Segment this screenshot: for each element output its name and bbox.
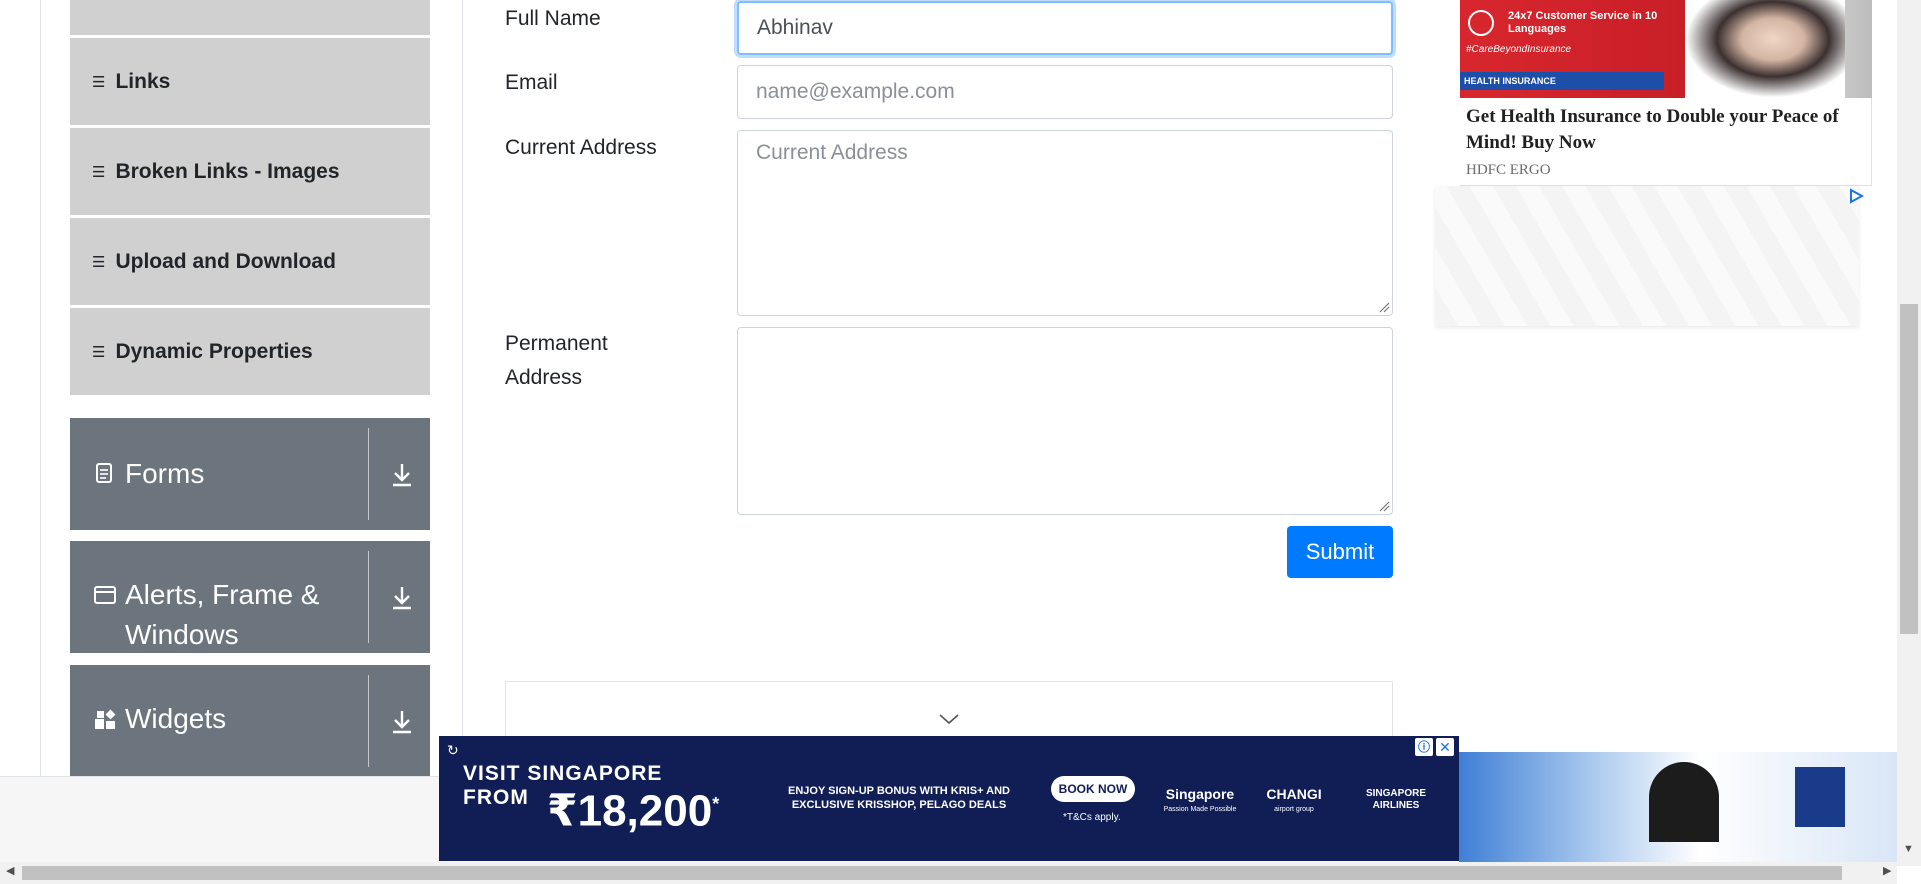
hdfc-logo-icon: [1468, 10, 1494, 36]
info-icon[interactable]: ⓘ: [1415, 738, 1433, 756]
sidebar-item-buttons[interactable]: [70, 0, 430, 36]
sidebar-group-widgets[interactable]: Widgets: [70, 665, 430, 777]
ad-line-2: FROM: [463, 786, 529, 809]
html-file-icon: ☰: [92, 163, 106, 181]
ad-headline[interactable]: Get Health Insurance to Double your Peac…: [1466, 104, 1866, 156]
html-file-icon: ☰: [92, 343, 106, 361]
ad-hashtag: #CareBeyondInsurance: [1466, 44, 1572, 55]
singapore-banner-ad[interactable]: ↻ VISIT SINGAPORE FROM ₹18,200* ENJOY SI…: [439, 736, 1459, 861]
changi-logo: CHANGI airport group: [1266, 786, 1322, 813]
window-icon: [94, 585, 116, 605]
book-now-button[interactable]: BOOK NOW: [1051, 776, 1135, 802]
ad-text-box[interactable]: Get Health Insurance to Double your Peac…: [1460, 98, 1872, 186]
singapore-logo: Singapore Passion Made Possible: [1163, 786, 1237, 813]
full-name-label: Full Name: [505, 7, 601, 30]
email-label: Email: [505, 71, 558, 94]
ad-image[interactable]: 24x7 Customer Service in 10 Languages #C…: [1460, 0, 1872, 98]
html-file-icon: ☰: [92, 73, 106, 91]
sidebar-item-label: Dynamic Properties: [115, 339, 313, 363]
vertical-scrollbar-thumb[interactable]: [1900, 304, 1918, 634]
sidebar-left-border: [40, 0, 41, 776]
ad-service-text: 24x7 Customer Service in 10 Languages: [1508, 10, 1658, 35]
sidebar-item-label: Broken Links - Images: [115, 159, 340, 183]
divider: [368, 551, 369, 643]
document-icon: [94, 462, 114, 483]
side-banner-ad[interactable]: [1459, 752, 1897, 862]
resize-grip-icon[interactable]: [1378, 500, 1390, 512]
resize-grip-icon[interactable]: [1378, 301, 1390, 313]
sidebar-item-broken-links[interactable]: ☰ Broken Links - Images: [70, 128, 430, 216]
refresh-icon[interactable]: ↻: [447, 742, 459, 759]
content-left-border: [462, 0, 463, 776]
widgets-icon: [94, 709, 116, 729]
group-label: Widgets: [125, 703, 227, 734]
sidebar-item-dynamic-properties[interactable]: ☰ Dynamic Properties: [70, 308, 430, 396]
full-name-input[interactable]: [737, 1, 1393, 55]
scroll-right-arrow-icon[interactable]: ▶: [1883, 864, 1891, 877]
ad-brand: HDFC ERGO: [1466, 162, 1551, 178]
download-icon[interactable]: [390, 707, 414, 735]
scroll-down-arrow-icon[interactable]: ▼: [1903, 843, 1914, 855]
sidebar-item-links[interactable]: ☰ Links: [70, 38, 430, 126]
person-image: [1649, 762, 1719, 842]
group-label: Forms: [125, 458, 205, 489]
permanent-address-label: Permanent Address: [505, 332, 608, 389]
sidebar-group-forms[interactable]: Forms: [70, 418, 430, 530]
current-address-textarea[interactable]: [737, 130, 1393, 316]
horizontal-scrollbar-thumb[interactable]: [22, 866, 1842, 880]
ad-background-pattern: [1435, 186, 1859, 326]
chevron-down-icon[interactable]: [938, 712, 960, 726]
ad-strip-text: HEALTH INSURANCE: [1460, 72, 1664, 90]
download-icon[interactable]: [390, 460, 414, 488]
output-accordion[interactable]: [505, 681, 1393, 741]
ad-terms: *T&Cs apply.: [1063, 812, 1121, 823]
permanent-address-textarea[interactable]: [737, 327, 1393, 515]
agent-photo: [1685, 0, 1845, 98]
sidebar-item-label: Upload and Download: [115, 249, 336, 273]
submit-button[interactable]: Submit: [1287, 526, 1393, 578]
current-address-label: Current Address: [505, 136, 657, 159]
divider: [368, 675, 369, 767]
html-file-icon: ☰: [92, 253, 106, 271]
singapore-airlines-logo: SINGAPORE AIRLINES: [1365, 788, 1426, 811]
close-icon[interactable]: ✕: [1436, 738, 1454, 756]
group-label: Alerts, Frame & Windows: [125, 579, 320, 650]
divider: [368, 428, 369, 520]
download-icon[interactable]: [390, 583, 414, 611]
adchoices-icon[interactable]: [1848, 188, 1864, 204]
email-input[interactable]: [737, 65, 1393, 119]
ad-graphic: [1795, 767, 1845, 827]
sidebar-group-alerts[interactable]: Alerts, Frame & Windows: [70, 541, 430, 653]
sidebar-item-upload-download[interactable]: ☰ Upload and Download: [70, 218, 430, 306]
scroll-left-arrow-icon[interactable]: ◀: [6, 864, 14, 877]
sidebar-item-label: Links: [115, 69, 171, 93]
ad-offer-text: ENJOY SIGN-UP BONUS WITH KRIS+ AND EXCLU…: [788, 785, 1010, 811]
ad-price: ₹18,200*: [547, 786, 720, 836]
